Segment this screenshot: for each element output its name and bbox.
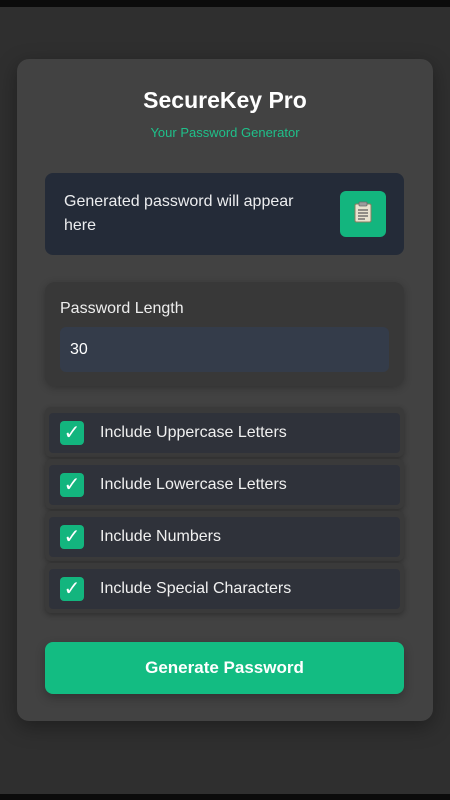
option-lowercase-toggle[interactable]: ✓ Include Lowercase Letters [49, 465, 400, 505]
option-numbers: ✓ Include Numbers [45, 511, 404, 561]
checkbox-special[interactable]: ✓ [60, 577, 84, 601]
status-bar [0, 0, 450, 7]
option-uppercase-label: Include Uppercase Letters [100, 424, 287, 441]
option-special-toggle[interactable]: ✓ Include Special Characters [49, 569, 400, 609]
password-display: Generated password will appear here [45, 173, 404, 255]
navigation-bar [0, 794, 450, 800]
checkbox-uppercase[interactable]: ✓ [60, 421, 84, 445]
clipboard-icon [353, 201, 373, 228]
app-title: SecureKey Pro [143, 87, 307, 113]
option-uppercase-toggle[interactable]: ✓ Include Uppercase Letters [49, 413, 400, 453]
option-uppercase: ✓ Include Uppercase Letters [45, 407, 404, 457]
option-numbers-toggle[interactable]: ✓ Include Numbers [49, 517, 400, 557]
generator-card: SecureKey Pro Your Password Generator Ge… [17, 59, 433, 721]
password-length-section: Password Length [45, 282, 404, 386]
app-subtitle: Your Password Generator [150, 125, 300, 140]
option-special-label: Include Special Characters [100, 580, 292, 597]
checkbox-numbers[interactable]: ✓ [60, 525, 84, 549]
option-special: ✓ Include Special Characters [45, 563, 404, 613]
checkbox-lowercase[interactable]: ✓ [60, 473, 84, 497]
option-numbers-label: Include Numbers [100, 528, 221, 545]
option-lowercase: ✓ Include Lowercase Letters [45, 459, 404, 509]
password-length-input[interactable] [60, 327, 389, 372]
generate-password-button[interactable]: Generate Password [45, 642, 404, 694]
option-lowercase-label: Include Lowercase Letters [100, 476, 287, 493]
copy-button[interactable] [340, 191, 386, 237]
password-length-label: Password Length [60, 300, 184, 317]
options-list: ✓ Include Uppercase Letters ✓ Include Lo… [45, 407, 404, 615]
password-text: Generated password will appear here [64, 193, 294, 234]
